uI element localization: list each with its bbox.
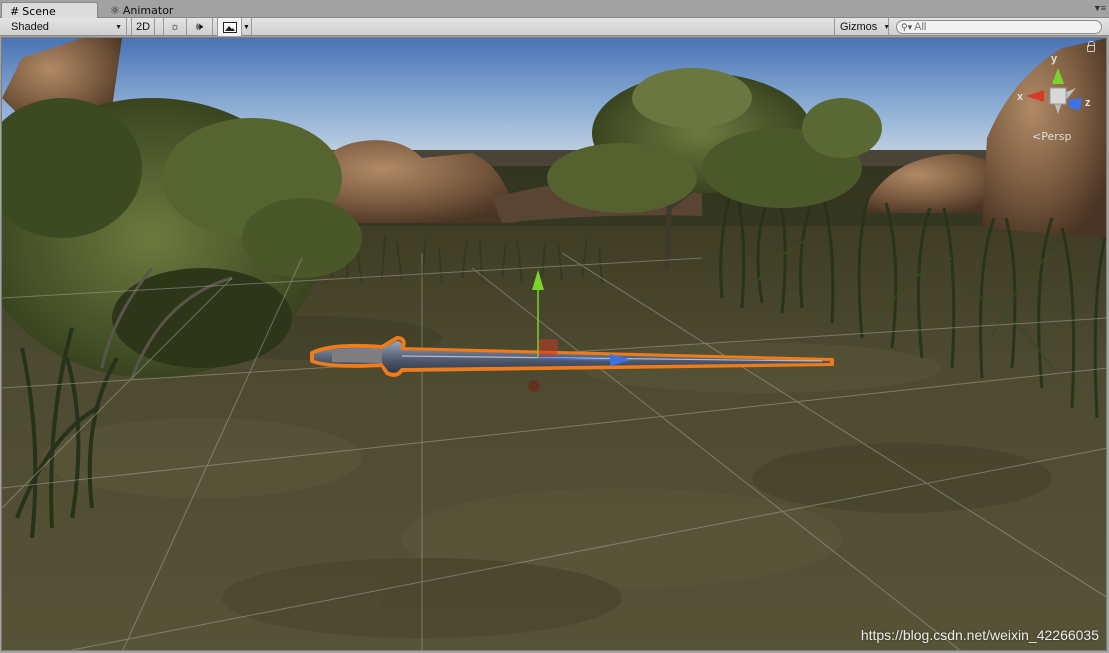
lighting-toggle-button[interactable]: ☼: [163, 18, 187, 36]
projection-label: Persp: [1041, 130, 1072, 143]
projection-toggle[interactable]: <Persp: [1032, 130, 1071, 143]
animator-icon: ⚛: [110, 3, 120, 17]
watermark-text: https://blog.csdn.net/weixin_42266035: [860, 627, 1099, 643]
chevron-down-icon: ▼: [115, 23, 122, 31]
search-icon: ⚲▾: [901, 21, 913, 32]
axis-z-label: z: [1085, 97, 1091, 109]
scene-render: y x z: [2, 38, 1106, 650]
grid-icon: #: [10, 4, 20, 18]
gizmos-label: Gizmos: [840, 21, 878, 33]
effects-dropdown-caret[interactable]: ▼: [242, 18, 252, 36]
speaker-icon: 🕪: [196, 20, 203, 33]
editor-tab-bar: # Scene ⚛ Animator ▼≡: [0, 0, 1109, 19]
scene-viewport[interactable]: y x z: [1, 37, 1107, 651]
scene-search-field[interactable]: ⚲▾: [896, 20, 1102, 34]
pane-menu-icon[interactable]: ▼≡: [1093, 3, 1106, 13]
axis-x-label: x: [1017, 91, 1024, 103]
tab-scene-label: Scene: [22, 4, 56, 18]
search-input[interactable]: [914, 21, 1095, 33]
tab-animator-label[interactable]: Animator: [123, 4, 174, 17]
audio-toggle-button[interactable]: 🕪: [187, 18, 213, 36]
gizmos-dropdown[interactable]: Gizmos ▼: [834, 18, 891, 36]
draw-mode-dropdown[interactable]: Shaded ▼: [0, 18, 127, 36]
toggle-2d-button[interactable]: 2D: [131, 18, 155, 36]
chevron-down-icon: ▼: [883, 23, 891, 31]
sun-icon: ☼: [169, 21, 181, 33]
effects-toggle-button[interactable]: [217, 18, 242, 36]
back-arrow-icon: <: [1032, 130, 1042, 143]
axis-y-label: y: [1051, 53, 1058, 65]
scene-toolbar: Shaded ▼ 2D ☼ 🕪 ▼ Gizmos ▼ ⚲▾: [0, 18, 1109, 36]
image-icon: [222, 21, 237, 33]
tab-animator[interactable]: ⚛ Animator: [102, 2, 188, 18]
lock-icon[interactable]: [1087, 41, 1095, 52]
tab-scene[interactable]: # Scene: [1, 2, 98, 19]
draw-mode-label: Shaded: [11, 21, 49, 33]
